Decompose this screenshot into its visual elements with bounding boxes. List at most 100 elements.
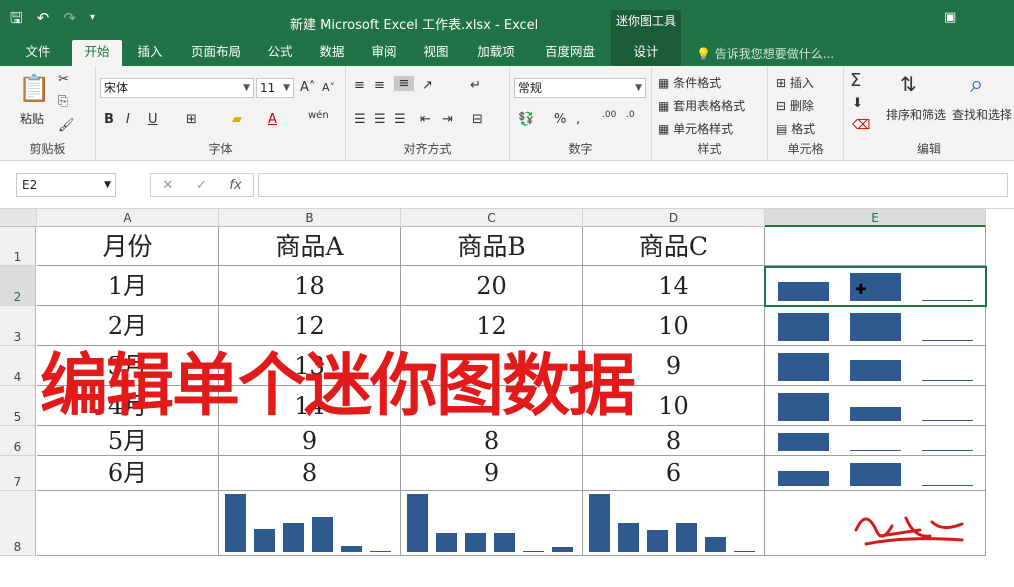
align-right-icon[interactable]: ☰ [394,112,406,127]
cell-e1[interactable] [765,227,986,266]
font-name-select[interactable]: 宋体 ▼ [100,78,254,98]
cell-c1[interactable]: 商品B [401,227,583,266]
number-format-select[interactable]: 常规 ▼ [514,78,646,98]
merge-center-icon[interactable]: ⊟ [472,112,483,127]
align-left-icon[interactable]: ☰ [354,112,366,127]
decrease-indent-icon[interactable]: ⇤ [420,112,431,127]
cell-d7[interactable]: 6 [583,456,765,491]
cell-b8[interactable] [219,491,401,556]
cell-a7[interactable]: 6月 [37,456,219,491]
save-icon[interactable]: 🖫 [10,9,23,27]
col-header-a[interactable]: A [37,209,219,227]
col-header-b[interactable]: B [219,209,401,227]
font-size-select[interactable]: 11 ▼ [256,78,294,98]
orientation-icon[interactable]: ↗ [422,78,433,93]
comma-icon[interactable]: , [576,112,580,127]
tab-page-layout[interactable]: 页面布局 [180,40,252,66]
row-header-3[interactable]: 3 [0,306,36,346]
cell-a1[interactable]: 月份 [37,227,219,266]
col-header-c[interactable]: C [401,209,583,227]
row-header-2[interactable]: 2 [0,266,36,306]
cell-d2[interactable]: 14 [583,266,765,306]
clear-icon[interactable]: ⌫ [852,118,870,133]
tab-baidu-netdisk[interactable]: 百度网盘 [534,40,606,66]
cell-b3[interactable]: 12 [219,306,401,346]
tab-formulas[interactable]: 公式 [258,40,302,66]
align-bottom-icon[interactable]: ≡ [394,76,414,91]
copy-icon[interactable]: ⎘ [58,94,68,109]
decrease-decimal-icon[interactable]: .0 [626,110,635,120]
cell-d8[interactable] [583,491,765,556]
cell-c2[interactable]: 20 [401,266,583,306]
wrap-text-icon[interactable]: ↵ [470,78,481,93]
customize-qat-icon[interactable]: ▾ [90,9,95,27]
delete-cells-button[interactable]: ⊟ 删除 [776,97,814,114]
cell-b7[interactable]: 8 [219,456,401,491]
cell-d1[interactable]: 商品C [583,227,765,266]
underline-icon[interactable]: U [148,112,158,127]
align-center-icon[interactable]: ☰ [374,112,386,127]
increase-decimal-icon[interactable]: .00 [602,110,616,120]
borders-icon[interactable]: ⊞ [186,112,197,127]
cell-c6[interactable]: 8 [401,426,583,456]
grow-font-icon[interactable]: A˄ [300,80,315,95]
italic-icon[interactable]: I [126,112,130,127]
font-color-icon[interactable]: A [268,112,277,127]
cell-b2[interactable]: 18 [219,266,401,306]
undo-icon[interactable]: ↶ [37,9,50,27]
format-as-table-button[interactable]: ▦ 套用表格格式 [658,97,745,114]
row-header-7[interactable]: 7 [0,456,36,491]
align-middle-icon[interactable]: ≡ [374,78,385,93]
paste-button[interactable]: 粘贴 [20,110,44,127]
percent-icon[interactable]: % [554,112,566,127]
row-header-8[interactable]: 8 [0,491,36,556]
bold-icon[interactable]: B [104,112,114,127]
increase-indent-icon[interactable]: ⇥ [442,112,453,127]
paste-icon[interactable]: 📋 [18,74,50,108]
name-box[interactable]: E2 ▼ [16,173,116,197]
format-painter-icon[interactable]: 🖌 [58,118,75,133]
cell-a6[interactable]: 5月 [37,426,219,456]
sort-filter-icon[interactable]: ⇅ [900,72,917,96]
row-header-1[interactable]: 1 [0,227,36,266]
cell-a8[interactable] [37,491,219,556]
tab-addins[interactable]: 加载项 [466,40,526,66]
cell-b1[interactable]: 商品A [219,227,401,266]
conditional-format-button[interactable]: ▦ 条件格式 [658,74,721,91]
select-all-corner[interactable] [0,209,37,227]
sort-filter-button[interactable]: 排序和筛选 [886,106,946,123]
tab-review[interactable]: 审阅 [362,40,406,66]
ribbon-display-icon[interactable]: ▣ [944,10,956,25]
cell-c3[interactable]: 12 [401,306,583,346]
find-select-icon[interactable]: ⌕ [970,70,983,98]
cancel-icon[interactable]: ✕ [162,178,173,193]
formula-input[interactable] [258,173,1008,197]
cell-a2[interactable]: 1月 [37,266,219,306]
row-header-5[interactable]: 5 [0,386,36,426]
insert-cells-button[interactable]: ⊞ 插入 [776,74,814,91]
tab-home[interactable]: 开始 [72,40,122,66]
tab-insert[interactable]: 插入 [128,40,172,66]
phonetic-icon[interactable]: wén [308,110,329,121]
redo-icon[interactable]: ↷ [63,9,76,27]
fill-color-icon[interactable]: ▰ [232,112,242,127]
row-header-6[interactable]: 6 [0,426,36,456]
cell-d3[interactable]: 10 [583,306,765,346]
cell-a3[interactable]: 2月 [37,306,219,346]
insert-function-icon[interactable]: fx [229,178,241,193]
find-select-button[interactable]: 查找和选择 [952,106,1012,123]
tab-view[interactable]: 视图 [414,40,458,66]
align-top-icon[interactable]: ≡ [354,78,365,93]
cut-icon[interactable]: ✂ [58,72,69,87]
currency-icon[interactable]: 💱 [518,112,534,127]
col-header-e[interactable]: E [765,209,986,227]
tab-design[interactable]: 设计 [611,40,681,66]
cell-c7[interactable]: 9 [401,456,583,491]
format-cells-button[interactable]: ▤ 格式 [776,120,815,137]
col-header-d[interactable]: D [583,209,765,227]
row-header-4[interactable]: 4 [0,346,36,386]
enter-icon[interactable]: ✓ [196,178,207,193]
fill-icon[interactable]: ⬇ [852,96,863,111]
autosum-icon[interactable]: Σ [850,70,861,91]
tab-file[interactable]: 文件 [14,40,62,66]
